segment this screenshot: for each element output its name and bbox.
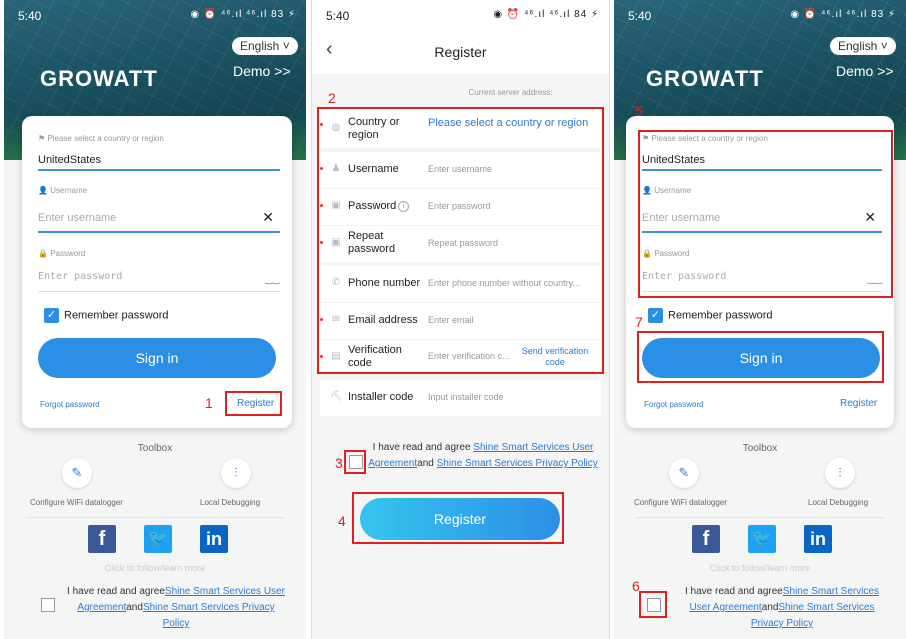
page-title: Register: [434, 44, 487, 60]
login-screen-panel-2: 5:40 ◉ ⏰ ⁴⁶.ıl ⁴⁶.ıl 83 ⚡ English ˅ Demo…: [614, 0, 906, 639]
server-address-label: Current server address:: [468, 88, 553, 97]
wifi-config-icon[interactable]: ✎: [62, 458, 92, 488]
debugging-icon[interactable]: ⫶: [825, 458, 855, 488]
status-icons: ◉ ⏰ ⁴⁶.ıl ⁴⁶.ıl 83 ⚡: [790, 9, 896, 20]
forgot-password-link[interactable]: Forgot password: [644, 400, 704, 409]
checkbox-checked-icon[interactable]: ✓: [648, 308, 663, 323]
remember-password[interactable]: ✓ Remember password: [648, 308, 773, 323]
annotation-box-5: [638, 130, 893, 298]
status-time: 5:40: [628, 9, 652, 23]
forgot-password-link[interactable]: Forgot password: [40, 400, 100, 409]
status-bar: 5:40 ◉ ⏰ ⁴⁶.ıl ⁴⁶.ıl 84 ⚡: [326, 9, 599, 25]
status-bar: 5:40 ◉ ⏰ ⁴⁶.ıl ⁴⁶.ıl 83 ⚡: [628, 9, 896, 25]
facebook-icon[interactable]: f: [692, 525, 720, 553]
country-field[interactable]: UnitedStates: [38, 154, 101, 166]
annotation-number-3: 3: [335, 455, 343, 471]
sign-in-button[interactable]: Sign in: [38, 338, 276, 378]
annotation-number-2: 2: [328, 90, 336, 106]
twitter-icon[interactable]: 🐦: [748, 525, 776, 553]
annotation-box-7: [637, 331, 884, 383]
twitter-icon[interactable]: 🐦: [144, 525, 172, 553]
follow-hint: Click to follow/learn more: [709, 563, 811, 573]
login-card: ⚑ Please select a country or region Unit…: [22, 116, 292, 428]
login-screen-panel-1: 5:40 ◉ ⏰ ⁴⁶.ıl ⁴⁶.ıl 83 ⚡ English ˅ Demo…: [4, 0, 306, 639]
language-select[interactable]: English ˅: [232, 37, 298, 55]
username-input[interactable]: Enter username: [38, 212, 116, 224]
eye-closed-icon[interactable]: ‿‿: [266, 274, 280, 285]
linkedin-icon[interactable]: in: [804, 525, 832, 553]
status-time: 5:40: [18, 9, 42, 23]
annotation-box-6: [639, 591, 667, 618]
follow-hint: Click to follow/learn more: [104, 563, 206, 573]
growatt-logo: GROWATT: [646, 66, 764, 91]
debugging-label[interactable]: Local Debugging: [808, 498, 868, 507]
password-caption: 🔒 Password: [38, 249, 86, 258]
installer-icon: ⛏: [330, 391, 343, 402]
row-installer[interactable]: ⛏ Installer code Input installer code: [320, 380, 601, 416]
remember-password[interactable]: ✓ Remember password: [44, 308, 169, 323]
language-select[interactable]: English ˅: [830, 37, 896, 55]
growatt-logo: GROWATT: [40, 66, 158, 91]
annotation-number-1: 1: [205, 395, 213, 411]
wifi-config-label[interactable]: Configure WiFi datalogger: [634, 498, 727, 507]
agreement-text: I have read and agreeShine Smart Service…: [684, 586, 879, 629]
annotation-box-3: [344, 450, 366, 474]
toolbox-label: Toolbox: [137, 443, 173, 454]
country-caption: ⚑ Please select a country or region: [38, 134, 164, 143]
annotation-number-6: 6: [632, 578, 640, 594]
clear-icon[interactable]: ✕: [262, 209, 274, 226]
agreement-text: I have read and agreeShine Smart Service…: [67, 586, 285, 629]
agreement-checkbox[interactable]: [41, 598, 55, 612]
row-label: Installer code: [348, 391, 414, 403]
linkedin-icon[interactable]: in: [200, 525, 228, 553]
facebook-icon[interactable]: f: [88, 525, 116, 553]
privacy-policy-link[interactable]: Shine Smart Services Privacy Policy: [143, 602, 275, 629]
annotation-number-5: 5: [635, 103, 643, 119]
annotation-number-7: 7: [635, 314, 643, 330]
wifi-config-icon[interactable]: ✎: [669, 458, 699, 488]
annotation-box-2: [317, 107, 604, 374]
wifi-config-label[interactable]: Configure WiFi datalogger: [30, 498, 123, 507]
annotation-box-4: [352, 492, 564, 544]
tutorial-screenshot: 5:40 ◉ ⏰ ⁴⁶.ıl ⁴⁶.ıl 83 ⚡ English ˅ Demo…: [0, 0, 906, 639]
status-icons: ◉ ⏰ ⁴⁶.ıl ⁴⁶.ıl 83 ⚡: [190, 9, 296, 20]
debugging-label[interactable]: Local Debugging: [200, 498, 260, 507]
status-icons: ◉ ⏰ ⁴⁶.ıl ⁴⁶.ıl 84 ⚡: [493, 9, 599, 20]
demo-link[interactable]: Demo >>: [836, 63, 894, 79]
register-link[interactable]: Register: [840, 398, 877, 409]
username-caption: 👤 Username: [38, 186, 88, 195]
status-bar: 5:40 ◉ ⏰ ⁴⁶.ıl ⁴⁶.ıl 83 ⚡: [18, 9, 296, 25]
demo-link[interactable]: Demo >>: [233, 63, 291, 79]
agreement-text: I have read and agree Shine Smart Servic…: [368, 442, 598, 469]
annotation-number-4: 4: [338, 513, 346, 529]
privacy-policy-link[interactable]: Shine Smart Services Privacy Policy: [437, 458, 598, 469]
annotation-box-1: [225, 391, 282, 416]
checkbox-checked-icon[interactable]: ✓: [44, 308, 59, 323]
password-input[interactable]: Enter password: [38, 271, 122, 282]
debugging-icon[interactable]: ⫶: [221, 458, 251, 488]
status-time: 5:40: [326, 9, 350, 23]
installer-input[interactable]: Input installer code: [428, 392, 504, 402]
toolbox-label: Toolbox: [742, 443, 778, 454]
